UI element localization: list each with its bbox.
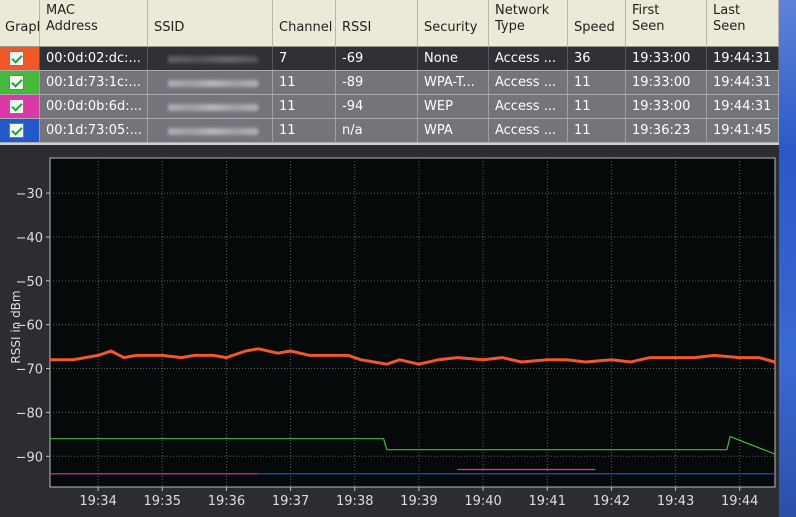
- cell-ssid: [148, 47, 273, 70]
- x-tick-label: 19:44: [721, 494, 758, 509]
- cell-mac: 00:1d:73:1c:...: [40, 71, 148, 94]
- y-tick-label: −40: [16, 231, 43, 246]
- redacted-ssid: [168, 104, 258, 111]
- graph-color-cell: [0, 95, 40, 118]
- table-row[interactable]: 00:0d:0b:6d:... 11 -94 WEP Access ... 11 19:33…: [0, 95, 779, 119]
- rssi-chart: −30−40−50−60−70−80−9019:34 19:35 19:36 19:3…: [16, 157, 776, 509]
- col-header-security[interactable]: Security: [418, 0, 489, 47]
- y-tick-label: −30: [16, 187, 43, 202]
- graph-checkbox[interactable]: [9, 99, 24, 114]
- network-table: GraphMAC AddressSSIDChannelRSSISecurityN…: [0, 0, 779, 145]
- plot-area: [49, 157, 776, 488]
- table-row[interactable]: 00:1d:73:1c:... 11 -89 WPA-T... Access ... 11…: [0, 71, 779, 95]
- cell-mac: 00:0d:02:dc:...: [40, 47, 148, 70]
- cell-type: Access ...: [489, 71, 568, 94]
- x-tick-label: 19:34: [79, 494, 116, 509]
- rssi-graph-panel: −30 −40 −50 −60 −70 −80 −90 19:34 19:35 19:36 19:3…: [0, 145, 779, 517]
- col-header-speed[interactable]: Speed: [568, 0, 626, 47]
- cell-first: 19:33:00: [626, 47, 707, 70]
- cell-channel: 11: [273, 71, 336, 94]
- graph-checkbox[interactable]: [9, 51, 24, 66]
- graph-color-cell: [0, 71, 40, 94]
- cell-speed: 36: [568, 47, 626, 70]
- cell-first: 19:36:23: [626, 119, 707, 142]
- cell-last: 19:44:31: [707, 95, 779, 118]
- graph-checkbox[interactable]: [9, 75, 24, 90]
- cell-speed: 11: [568, 71, 626, 94]
- cell-security: WEP: [418, 95, 489, 118]
- col-header-ssid[interactable]: SSID: [148, 0, 273, 47]
- cell-channel: 7: [273, 47, 336, 70]
- cell-security: None: [418, 47, 489, 70]
- x-tick-label: 19:38: [336, 494, 373, 509]
- redacted-ssid: [168, 128, 258, 135]
- x-tick-label: 19:35: [144, 494, 181, 509]
- cell-first: 19:33:00: [626, 71, 707, 94]
- table-row[interactable]: 00:1d:73:05:... 11 n/a WPA Access ... 11 19:36…: [0, 119, 779, 143]
- cell-ssid: [148, 95, 273, 118]
- graph-color-cell: [0, 119, 40, 142]
- cell-channel: 11: [273, 95, 336, 118]
- col-header-mac[interactable]: MAC Address: [40, 0, 148, 47]
- col-header-last[interactable]: Last Seen: [707, 0, 779, 47]
- x-tick-label: 19:37: [272, 494, 309, 509]
- cell-channel: 11: [273, 119, 336, 142]
- cell-ssid: [148, 119, 273, 142]
- redacted-ssid: [168, 80, 258, 87]
- y-axis-label: RSSI in dBm: [9, 290, 23, 364]
- cell-last: 19:41:45: [707, 119, 779, 142]
- col-header-rssi[interactable]: RSSI: [336, 0, 418, 47]
- col-header-first[interactable]: First Seen: [626, 0, 707, 47]
- table-row[interactable]: 00:0d:02:dc:... 7 -69 None Access ... 36 19:33…: [0, 47, 779, 71]
- cell-mac: 00:1d:73:05:...: [40, 119, 148, 142]
- y-tick-label: −90: [16, 450, 43, 465]
- cell-speed: 11: [568, 95, 626, 118]
- cell-speed: 11: [568, 119, 626, 142]
- cell-mac: 00:0d:0b:6d:...: [40, 95, 148, 118]
- x-tick-label: 19:43: [657, 494, 694, 509]
- col-header-type[interactable]: Network Type: [489, 0, 568, 47]
- cell-rssi: -94: [336, 95, 418, 118]
- graph-color-cell: [0, 47, 40, 70]
- x-tick-label: 19:39: [400, 494, 437, 509]
- graph-checkbox[interactable]: [9, 123, 24, 138]
- x-tick-label: 19:40: [464, 494, 501, 509]
- x-tick-label: 19:41: [529, 494, 566, 509]
- cell-type: Access ...: [489, 95, 568, 118]
- x-tick-label: 19:42: [593, 494, 630, 509]
- cell-ssid: [148, 71, 273, 94]
- desktop-background-edge: [779, 0, 796, 517]
- redacted-ssid: [168, 56, 258, 63]
- cell-last: 19:44:31: [707, 47, 779, 70]
- cell-rssi: n/a: [336, 119, 418, 142]
- y-tick-label: −80: [16, 406, 43, 421]
- cell-security: WPA-T...: [418, 71, 489, 94]
- cell-security: WPA: [418, 119, 489, 142]
- cell-type: Access ...: [489, 47, 568, 70]
- x-tick-label: 19:36: [208, 494, 245, 509]
- cell-last: 19:44:31: [707, 71, 779, 94]
- col-header-channel[interactable]: Channel: [273, 0, 336, 47]
- cell-first: 19:33:00: [626, 95, 707, 118]
- col-header-graph[interactable]: Graph: [0, 0, 40, 47]
- cell-rssi: -89: [336, 71, 418, 94]
- cell-type: Access ...: [489, 119, 568, 142]
- cell-rssi: -69: [336, 47, 418, 70]
